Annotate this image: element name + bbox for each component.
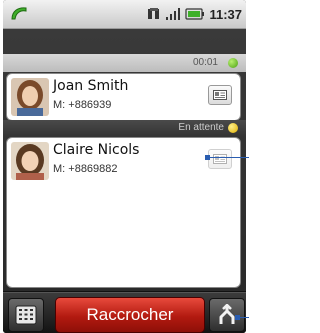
active-call-card[interactable]: Joan Smith M: +886939 bbox=[6, 73, 241, 121]
merge-calls-icon bbox=[219, 304, 235, 324]
status-time: 11:37 bbox=[209, 6, 242, 22]
phone-screen: 11:37 00:01 Joan Smith M: +886939 En att… bbox=[3, 0, 246, 333]
contact-card-button[interactable] bbox=[208, 85, 232, 105]
status-icons: 11:37 bbox=[147, 6, 242, 22]
avatar bbox=[11, 142, 49, 180]
contact-name: Joan Smith bbox=[53, 78, 129, 94]
hold-status-text: En attente bbox=[178, 122, 224, 133]
contact-number: M: +8869882 bbox=[53, 163, 118, 175]
active-call-header: 00:01 bbox=[3, 54, 246, 72]
callout-line bbox=[237, 317, 249, 318]
battery-icon bbox=[185, 8, 205, 20]
signal-icon bbox=[166, 8, 181, 20]
contact-card-icon bbox=[213, 154, 227, 164]
hold-status-icon bbox=[228, 123, 238, 133]
dialpad-button[interactable] bbox=[8, 298, 44, 332]
status-bar: 11:37 bbox=[3, 0, 246, 29]
avatar bbox=[11, 78, 49, 116]
held-call-header: En attente bbox=[3, 120, 246, 137]
call-controls-bar: Raccrocher bbox=[3, 292, 246, 333]
callout-line bbox=[208, 157, 249, 158]
call-duration: 00:01 bbox=[192, 57, 218, 68]
contact-card-button[interactable] bbox=[208, 149, 232, 169]
dialpad-icon bbox=[15, 305, 37, 325]
contact-name: Claire Nicols bbox=[53, 142, 140, 158]
contact-card-icon bbox=[213, 90, 227, 100]
network-3g-icon bbox=[148, 8, 160, 19]
phone-call-icon bbox=[11, 7, 27, 20]
end-call-button[interactable]: Raccrocher bbox=[55, 297, 205, 333]
contact-number: M: +886939 bbox=[53, 99, 112, 111]
active-status-icon bbox=[228, 58, 238, 68]
